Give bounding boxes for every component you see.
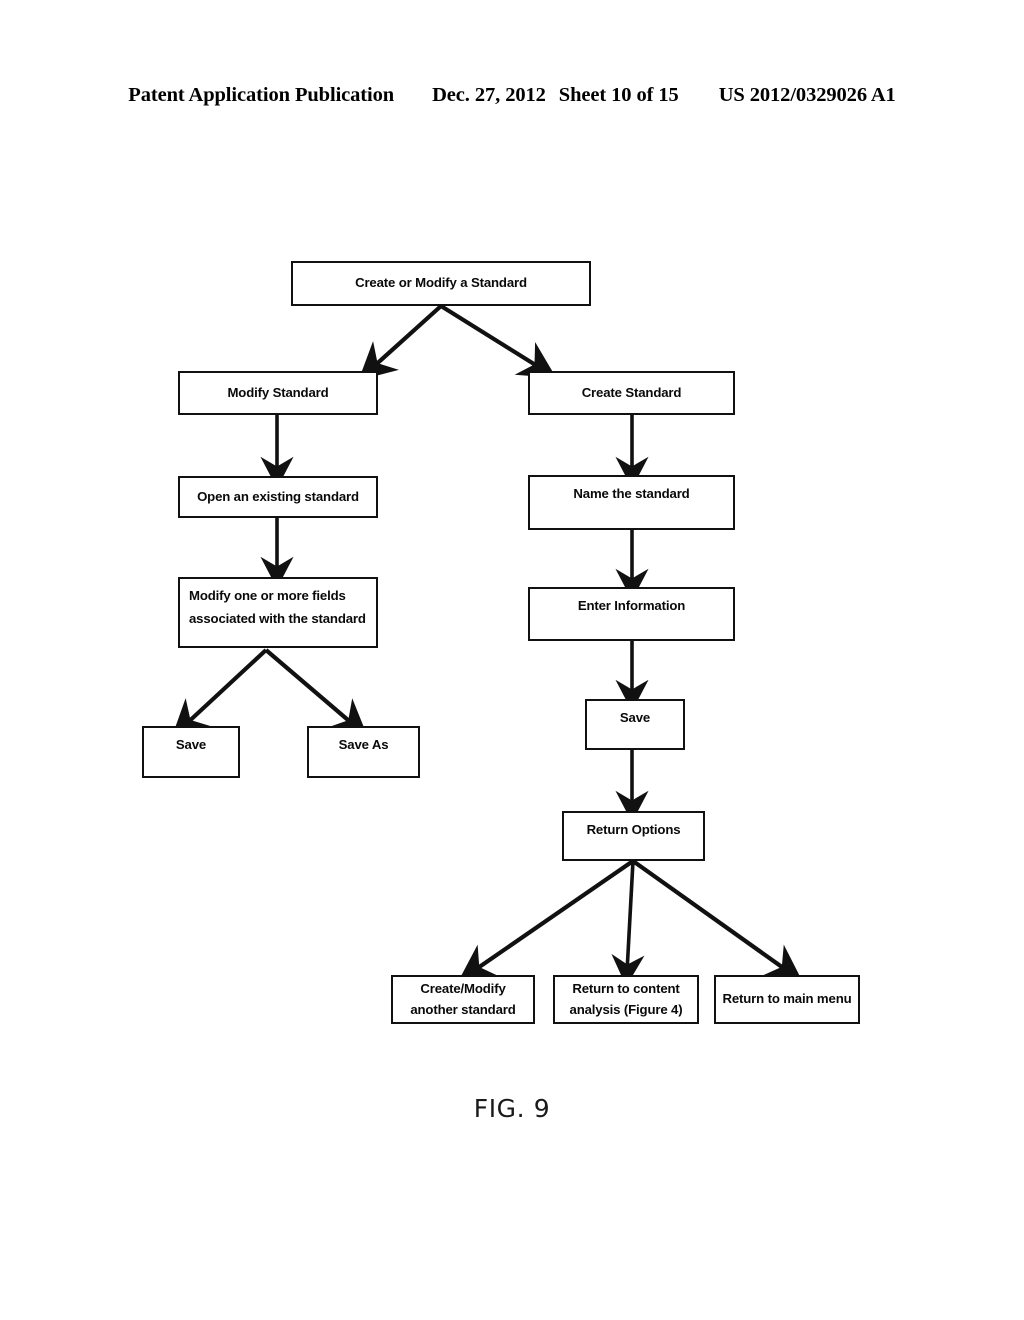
node-name-the-standard[interactable]: Name the standard (528, 475, 735, 530)
node-label: Return to content analysis (Figure 4) (569, 981, 683, 1017)
node-label: Return to main menu (722, 991, 852, 1007)
node-label: Name the standard (573, 486, 690, 501)
node-label: Modify one or more fields associated wit… (189, 588, 366, 626)
node-return-to-content-analysis[interactable]: Return to content analysis (Figure 4) (553, 975, 699, 1024)
node-label: Save (619, 710, 651, 725)
node-label: Save As (338, 737, 389, 752)
node-enter-information[interactable]: Enter Information (528, 587, 735, 641)
edge-root-to-create-standard (439, 304, 557, 378)
node-modify-one-or-more-fields[interactable]: Modify one or more fields associated wit… (178, 577, 378, 648)
edge-return-options-to-content-analysis (611, 860, 645, 987)
edge-return-options-to-create-modify-another (458, 859, 635, 982)
edge-return-options-to-main-menu (631, 859, 803, 982)
node-save-left[interactable]: Save (142, 726, 240, 778)
node-label: Save (175, 737, 207, 752)
node-create-or-modify-a-standard[interactable]: Create or Modify a Standard (291, 261, 591, 306)
node-label: Enter Information (577, 598, 686, 613)
node-save-as[interactable]: Save As (307, 726, 420, 778)
node-save-right[interactable]: Save (585, 699, 685, 750)
node-modify-standard[interactable]: Modify Standard (178, 371, 378, 415)
node-return-options[interactable]: Return Options (562, 811, 705, 861)
node-label: Create/Modify another standard (410, 981, 516, 1017)
node-label: Create or Modify a Standard (355, 275, 527, 291)
node-create-modify-another-standard[interactable]: Create/Modify another standard (391, 975, 535, 1024)
edge-modify-fields-to-save-as (264, 648, 368, 737)
node-create-standard[interactable]: Create Standard (528, 371, 735, 415)
figure-caption: FIG. 9 (473, 1094, 551, 1123)
node-open-an-existing-standard[interactable]: Open an existing standard (178, 476, 378, 518)
node-label: Return Options (586, 822, 681, 837)
node-return-to-main-menu[interactable]: Return to main menu (714, 975, 860, 1024)
node-label: Create Standard (581, 384, 682, 400)
edge-modify-fields-to-save (171, 648, 268, 738)
node-label: Modify Standard (227, 384, 329, 400)
edge-root-to-modify-standard (358, 304, 443, 381)
node-label: Open an existing standard (197, 488, 359, 504)
